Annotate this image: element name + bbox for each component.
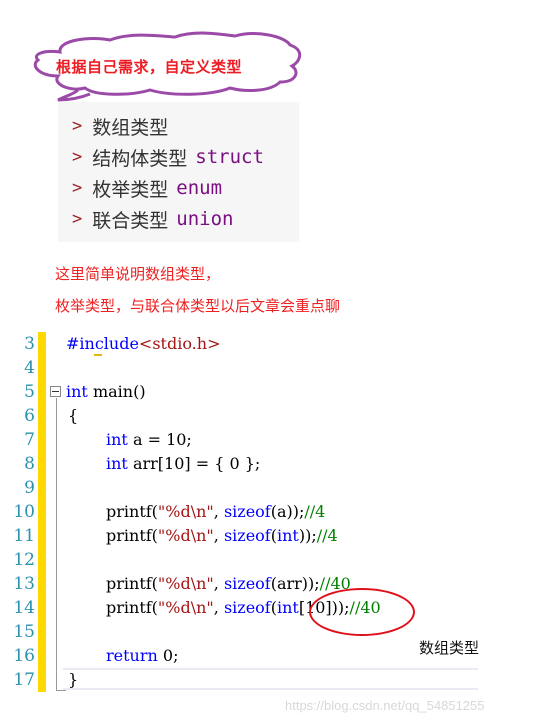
list-item-keyword: union — [176, 208, 234, 230]
string-literal: "%d\n" — [157, 598, 214, 617]
code-text: (a)); — [270, 502, 305, 521]
keyword: sizeof — [223, 502, 271, 521]
code-text: printf( — [106, 502, 158, 521]
line-number: 5 — [24, 382, 35, 402]
keyword: return — [106, 646, 158, 665]
comment: //4 — [316, 526, 338, 545]
code-line-10[interactable]: printf("%d\n", sizeof(a));//4 — [106, 500, 325, 524]
custom-types-panel: > 数组类型 > 结构体类型 struct > 枚举类型 enum > 联合类型… — [58, 102, 299, 242]
list-item-enum: > 枚举类型 enum — [72, 174, 222, 202]
line-number: 3 — [24, 334, 35, 354]
line-number: 7 — [24, 430, 35, 450]
code-text: printf( — [106, 574, 158, 593]
code-text: )); — [298, 526, 317, 545]
current-line-highlight — [63, 668, 478, 690]
code-line-13[interactable]: printf("%d\n", sizeof(arr));//40 — [106, 572, 351, 596]
annotation-label: 数组类型 — [419, 639, 480, 657]
watermark: https://blog.csdn.net/qq_54851255 — [285, 698, 485, 713]
keyword: int — [106, 454, 128, 473]
keyword: sizeof — [223, 598, 271, 617]
code-line-8[interactable]: int arr[10] = { 0 }; — [106, 452, 260, 476]
line-number: 12 — [13, 550, 35, 570]
code-line-16[interactable]: return 0; — [106, 644, 178, 668]
line-number: 16 — [13, 646, 35, 666]
line-number: 15 — [13, 622, 35, 642]
code-text: main() — [87, 382, 146, 401]
string-literal: "%d\n" — [157, 502, 214, 521]
code-line-5[interactable]: int main() — [66, 380, 146, 404]
code-text: { — [68, 406, 79, 425]
chevron-right-icon: > — [72, 147, 83, 167]
cloud-tail — [57, 88, 91, 102]
code-text: printf( — [106, 598, 158, 617]
code-text: arr[10] = { 0 }; — [127, 454, 261, 473]
code-text: a = 10; — [127, 430, 192, 449]
code-text: printf( — [106, 526, 158, 545]
comment: //4 — [304, 502, 326, 521]
list-item-label: 结构体类型 — [92, 147, 188, 170]
line-number: 6 — [24, 406, 35, 426]
callout-title: 根据自己需求，自定义类型 — [56, 58, 243, 76]
list-item-keyword: struct — [195, 146, 264, 168]
keyword: int — [276, 526, 299, 545]
list-item-struct: > 结构体类型 struct — [72, 143, 264, 171]
list-item-label: 枚举类型 — [92, 178, 169, 201]
code-line-11[interactable]: printf("%d\n", sizeof(int));//4 — [106, 524, 338, 548]
cloud-callout-shape — [33, 31, 302, 102]
fold-guide-line — [56, 398, 57, 690]
keyword: int — [106, 430, 128, 449]
line-number: 4 — [24, 358, 35, 378]
code-line-7[interactable]: int a = 10; — [106, 428, 192, 452]
code-line-17[interactable]: } — [68, 668, 78, 692]
keyword: sizeof — [223, 574, 271, 593]
list-item-array: > 数组类型 — [72, 112, 168, 140]
code-editor[interactable]: 3 4 5 6 7 8 9 10 11 12 13 14 15 16 17 #i… — [0, 330, 480, 695]
list-item-keyword: enum — [176, 177, 223, 199]
code-text: } — [68, 670, 79, 689]
string-literal: "%d\n" — [157, 526, 214, 545]
keyword: sizeof — [223, 526, 271, 545]
code-text: , — [213, 502, 224, 521]
note-line-2: 枚举类型，与联合体类型以后文章会重点聊 — [55, 297, 341, 315]
line-number: 8 — [24, 454, 35, 474]
collapse-toggle-icon[interactable] — [50, 386, 61, 397]
line-number: 17 — [13, 670, 35, 690]
keyword: int — [276, 598, 299, 617]
include-header: <stdio.h> — [138, 334, 221, 353]
code-text: , — [213, 574, 224, 593]
line-number: 10 — [13, 502, 35, 522]
chevron-right-icon: > — [72, 178, 83, 198]
change-marker-bar — [38, 332, 46, 692]
code-text: , — [213, 598, 224, 617]
list-item-label: 数组类型 — [92, 116, 169, 139]
line-number: 14 — [13, 598, 35, 618]
line-number: 13 — [13, 574, 35, 594]
chevron-right-icon: > — [72, 209, 83, 229]
list-item-label: 联合类型 — [92, 209, 169, 232]
line-number: 11 — [13, 526, 35, 546]
code-text: (arr)); — [270, 574, 320, 593]
highlight-ellipse — [309, 588, 415, 636]
fold-guide-end — [56, 690, 66, 691]
code-text: , — [213, 526, 224, 545]
keyword: int — [66, 382, 88, 401]
list-item-union: > 联合类型 union — [72, 205, 233, 233]
note-line-1: 这里简单说明数组类型， — [55, 265, 221, 283]
preprocessor-directive: #include — [66, 334, 139, 353]
code-line-3[interactable]: #include<stdio.h> — [66, 332, 220, 356]
chevron-right-icon: > — [72, 116, 83, 136]
line-number: 9 — [24, 478, 35, 498]
string-literal: "%d\n" — [157, 574, 214, 593]
code-text: 0; — [157, 646, 179, 665]
code-line-6[interactable]: { — [68, 404, 78, 428]
